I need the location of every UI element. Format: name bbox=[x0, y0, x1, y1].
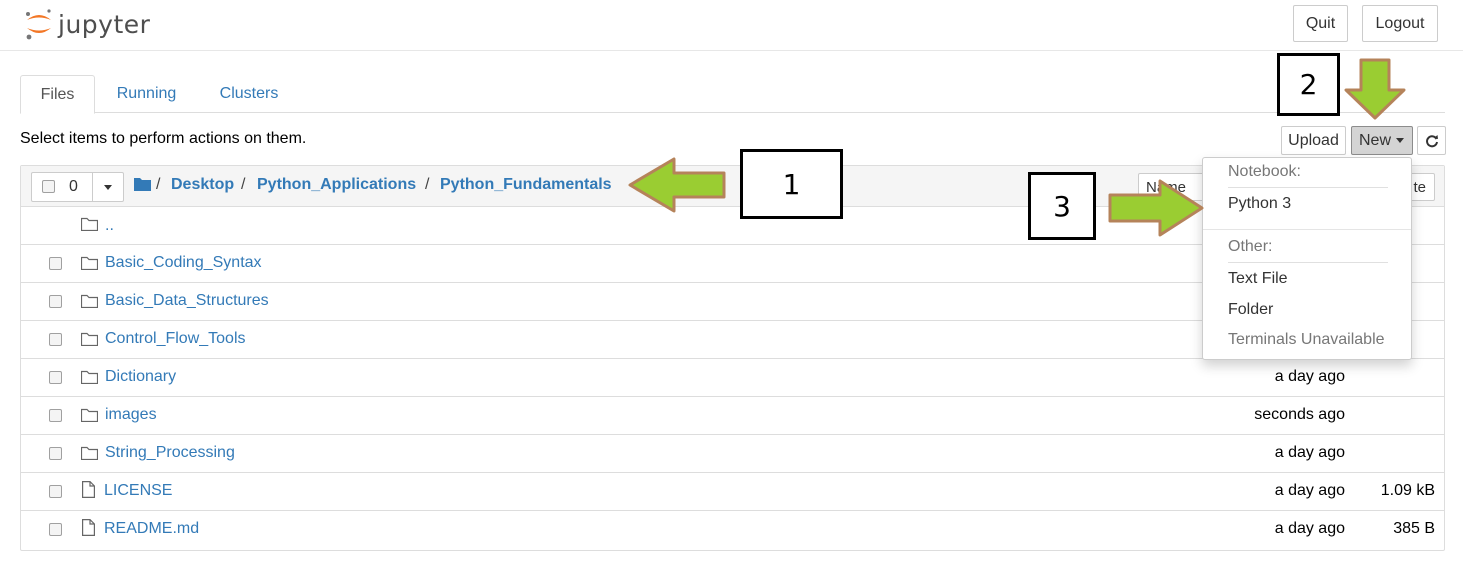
breadcrumb-python-fundamentals[interactable]: Python_Fundamentals bbox=[440, 176, 612, 194]
modified-time: a day ago bbox=[1274, 482, 1345, 499]
row-checkbox[interactable] bbox=[49, 447, 62, 460]
row-checkbox[interactable] bbox=[49, 485, 62, 498]
file-name-link[interactable]: README.md bbox=[104, 520, 199, 538]
menu-header-other: Other: bbox=[1228, 238, 1273, 255]
annotation-box-2: 2 bbox=[1277, 53, 1340, 116]
tab-bar: Files Running Clusters bbox=[20, 75, 1445, 114]
refresh-icon bbox=[1425, 134, 1438, 147]
modified-time: a day ago bbox=[1274, 520, 1345, 537]
caret-down-icon bbox=[1396, 138, 1405, 143]
menu-header-notebook: Notebook: bbox=[1228, 163, 1301, 180]
menu-header-underline bbox=[1228, 187, 1388, 188]
tab-files[interactable]: Files bbox=[20, 75, 95, 114]
upload-button[interactable]: Upload bbox=[1281, 126, 1346, 155]
quit-button[interactable]: Quit bbox=[1293, 5, 1348, 42]
annotation-box-3: 3 bbox=[1028, 172, 1096, 240]
file-name-link[interactable]: Basic_Data_Structures bbox=[105, 292, 269, 310]
row-checkbox[interactable] bbox=[49, 257, 62, 270]
file-name-link[interactable]: images bbox=[105, 406, 157, 424]
menu-item-terminals: Terminals Unavailable bbox=[1228, 331, 1385, 348]
file-name-link[interactable]: .. bbox=[105, 217, 114, 235]
modified-time: a day ago bbox=[1274, 368, 1345, 385]
annotation-arrow-down-icon bbox=[1344, 58, 1406, 120]
folder-icon bbox=[81, 332, 98, 346]
file-size: 1.09 kB bbox=[1380, 482, 1435, 499]
list-item[interactable]: README.md a day ago 385 B bbox=[21, 511, 1444, 549]
menu-item-text-file[interactable]: Text File bbox=[1228, 270, 1288, 288]
file-size: 385 B bbox=[1393, 520, 1435, 537]
annotation-arrow-right-icon bbox=[1108, 179, 1204, 237]
annotation-arrow-left-icon bbox=[628, 157, 726, 213]
list-item[interactable]: String_Processing a day ago bbox=[21, 435, 1444, 473]
select-all-control[interactable]: 0 bbox=[31, 172, 124, 202]
header-bar: jupyter Quit Logout bbox=[0, 0, 1463, 51]
folder-icon bbox=[81, 256, 98, 270]
file-name-link[interactable]: Dictionary bbox=[105, 368, 176, 386]
list-item[interactable]: images seconds ago bbox=[21, 397, 1444, 435]
menu-item-python3[interactable]: Python 3 bbox=[1228, 195, 1291, 213]
select-all-checkbox[interactable] bbox=[42, 180, 55, 193]
folder-icon bbox=[81, 446, 98, 460]
selection-hint: Select items to perform actions on them. bbox=[20, 130, 307, 147]
menu-divider bbox=[1203, 229, 1411, 230]
file-name-link[interactable]: LICENSE bbox=[104, 482, 172, 500]
annotation-box-1: 1 bbox=[740, 149, 843, 219]
list-item[interactable]: Dictionary a day ago bbox=[21, 359, 1444, 397]
row-checkbox[interactable] bbox=[49, 523, 62, 536]
folder-icon bbox=[81, 408, 98, 422]
file-name-link[interactable]: Control_Flow_Tools bbox=[105, 330, 246, 348]
refresh-button[interactable] bbox=[1417, 126, 1446, 155]
new-button-label: New bbox=[1359, 131, 1392, 149]
folder-icon bbox=[81, 370, 98, 384]
row-checkbox[interactable] bbox=[49, 333, 62, 346]
file-name-link[interactable]: Basic_Coding_Syntax bbox=[105, 254, 262, 272]
breadcrumb-separator: / bbox=[241, 176, 246, 193]
logo-text: jupyter bbox=[58, 9, 151, 39]
new-dropdown-menu: Notebook: Python 3 Other: Text File Fold… bbox=[1202, 157, 1412, 360]
breadcrumb-python-applications[interactable]: Python_Applications bbox=[257, 176, 416, 194]
new-button[interactable]: New bbox=[1351, 126, 1413, 155]
list-item[interactable]: LICENSE a day ago 1.09 kB bbox=[21, 473, 1444, 511]
modified-time: seconds ago bbox=[1254, 406, 1345, 423]
tab-clusters[interactable]: Clusters bbox=[205, 75, 293, 113]
select-dropdown-toggle[interactable] bbox=[92, 173, 124, 201]
caret-down-icon bbox=[104, 185, 112, 190]
menu-header-underline bbox=[1228, 262, 1388, 263]
jupyter-logo[interactable]: jupyter bbox=[24, 6, 150, 42]
modified-time: a day ago bbox=[1274, 444, 1345, 461]
selected-count: 0 bbox=[69, 178, 78, 195]
file-icon bbox=[82, 519, 95, 536]
file-name-link[interactable]: String_Processing bbox=[105, 444, 235, 462]
menu-item-folder[interactable]: Folder bbox=[1228, 301, 1273, 319]
folder-icon bbox=[81, 217, 98, 231]
breadcrumb-desktop[interactable]: Desktop bbox=[171, 176, 234, 194]
row-checkbox[interactable] bbox=[49, 371, 62, 384]
row-checkbox[interactable] bbox=[49, 295, 62, 308]
folder-home-icon[interactable] bbox=[134, 177, 151, 191]
sort-size-label: te bbox=[1413, 178, 1426, 196]
row-checkbox[interactable] bbox=[49, 409, 62, 422]
breadcrumb-separator: / bbox=[156, 176, 161, 193]
file-icon bbox=[82, 481, 95, 498]
tab-running[interactable]: Running bbox=[104, 75, 189, 113]
jupyter-logo-icon bbox=[24, 7, 54, 41]
breadcrumb-separator: / bbox=[425, 176, 430, 193]
folder-icon bbox=[81, 294, 98, 308]
logout-button[interactable]: Logout bbox=[1362, 5, 1438, 42]
